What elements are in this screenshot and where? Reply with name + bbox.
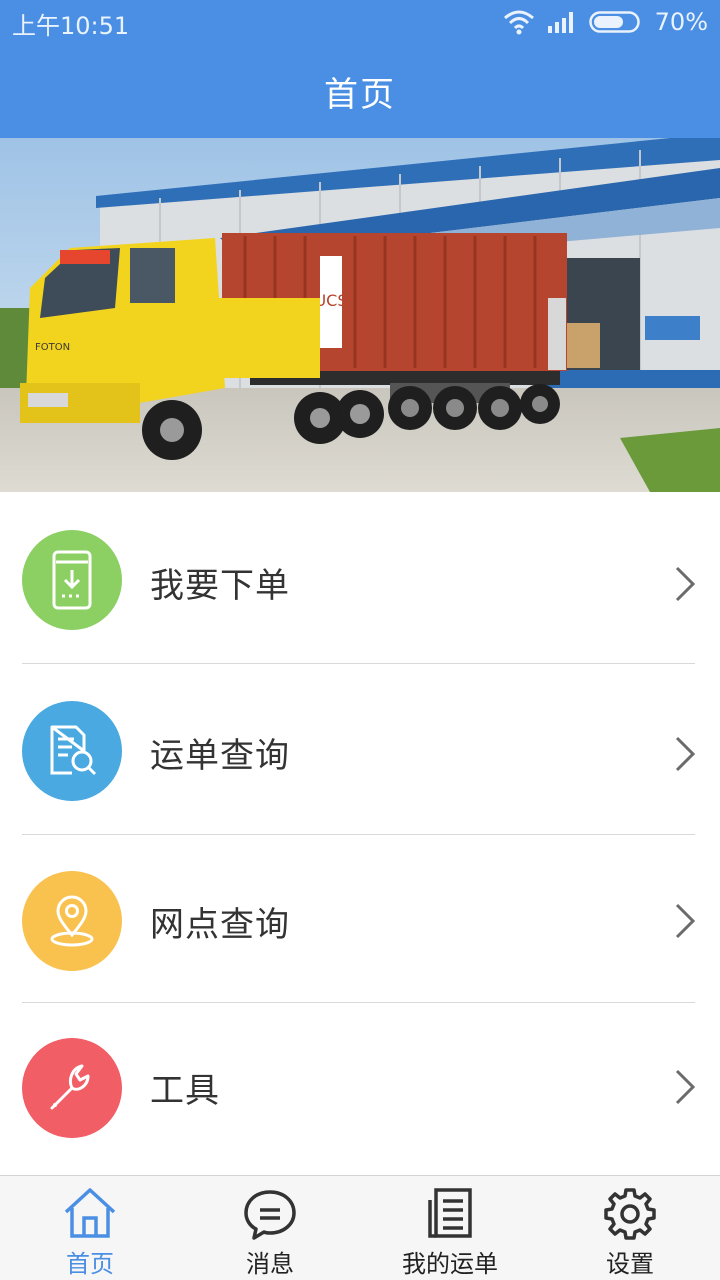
- chevron-right-icon: [675, 903, 696, 939]
- chevron-right-icon: [675, 736, 696, 772]
- page-title: 首页: [324, 74, 396, 115]
- tab-home[interactable]: 首页: [0, 1176, 180, 1280]
- order-download-icon: [22, 530, 122, 630]
- menu-label-place-order: 我要下单: [150, 566, 290, 606]
- chevron-right-icon: [675, 566, 696, 602]
- status-icons: 70%: [503, 6, 708, 38]
- gear-icon: [604, 1188, 656, 1240]
- tab-settings[interactable]: 设置: [540, 1176, 720, 1280]
- tab-label-home: 首页: [66, 1250, 114, 1278]
- tab-label-my-waybills: 我的运单: [402, 1250, 498, 1278]
- signal-icon: [547, 12, 573, 33]
- home-icon: [64, 1188, 116, 1238]
- chevron-right-icon: [675, 1069, 696, 1105]
- tab-label-messages: 消息: [246, 1250, 294, 1278]
- message-icon: [244, 1190, 296, 1240]
- battery-icon: [588, 11, 640, 33]
- title-bar: 首页: [0, 44, 720, 138]
- menu-item-branch-query[interactable]: 网点查询: [0, 835, 720, 1005]
- tab-my-waybills[interactable]: 我的运单: [360, 1176, 540, 1280]
- status-time: 上午10:51: [12, 12, 130, 40]
- menu-label-tools: 工具: [150, 1071, 220, 1111]
- wrench-icon: [22, 1038, 122, 1138]
- truck-brand: FOTON: [35, 342, 70, 353]
- waybill-list-icon: [428, 1188, 472, 1238]
- menu-label-branch-query: 网点查询: [150, 905, 290, 945]
- status-bar: 上午10:51 70%: [0, 0, 720, 44]
- menu-label-waybill-query: 运单查询: [150, 736, 290, 776]
- menu-item-waybill-query[interactable]: 运单查询: [0, 664, 720, 834]
- tab-label-settings: 设置: [606, 1250, 654, 1278]
- location-pin-icon: [22, 871, 122, 971]
- document-search-icon: [22, 701, 122, 801]
- menu-item-tools[interactable]: 工具: [0, 1003, 720, 1173]
- tab-messages[interactable]: 消息: [180, 1176, 360, 1280]
- wifi-icon: [503, 10, 534, 35]
- banner-image: UCS FOTON: [0, 138, 720, 492]
- menu-item-place-order[interactable]: 我要下单: [0, 492, 720, 662]
- battery-percent: 70%: [654, 8, 708, 36]
- bottom-tab-bar: 首页 消息 我的运单 设置: [0, 1175, 720, 1280]
